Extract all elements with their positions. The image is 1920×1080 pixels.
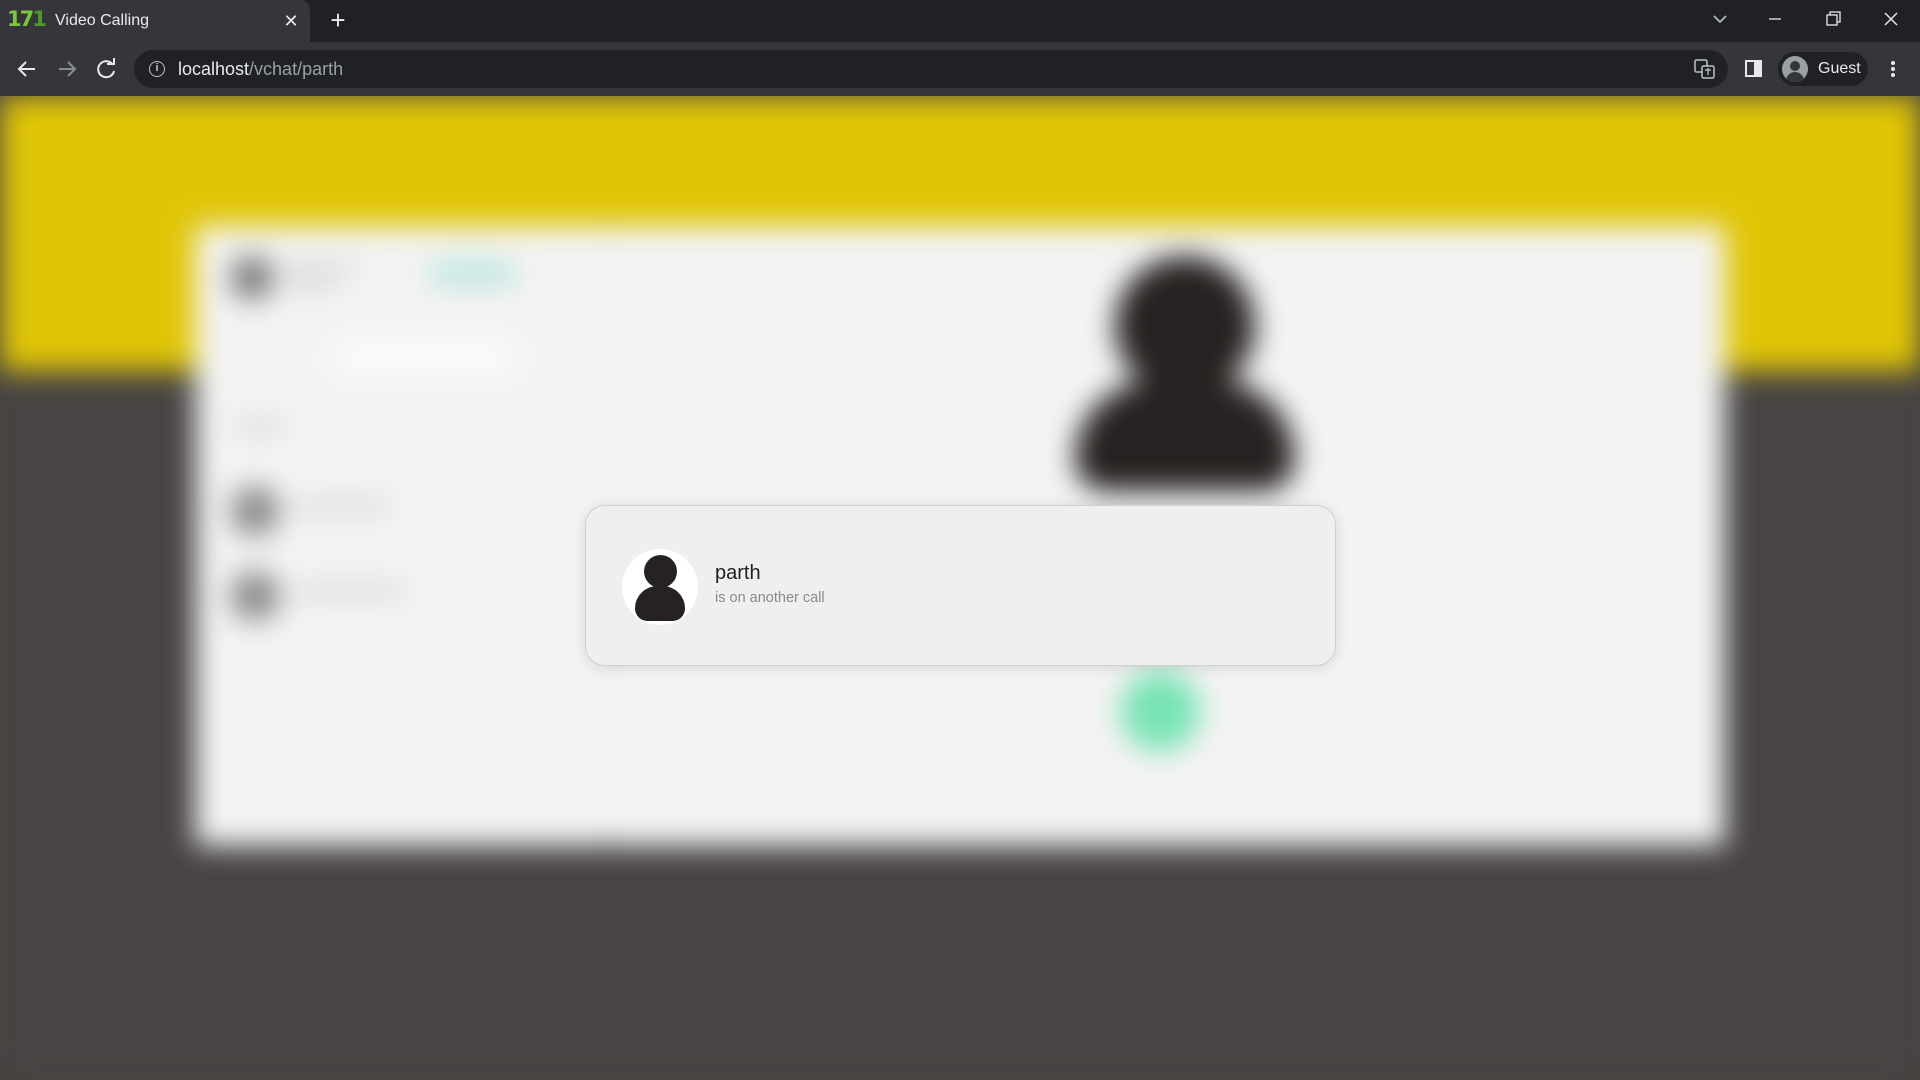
profile-button[interactable]: Guest (1778, 52, 1868, 86)
callee-name: parth (715, 562, 761, 584)
search-input (335, 341, 515, 373)
contact-name-placeholder (295, 501, 390, 511)
site-info-icon[interactable]: i (149, 61, 165, 77)
window-close-icon[interactable] (1876, 6, 1906, 32)
call-status-modal: parth is on another call (585, 505, 1336, 666)
address-url: localhost/vchat/parth (178, 59, 343, 80)
browser-toolbar: i localhost/vchat/parth Guest (0, 42, 1920, 96)
tab-close-icon[interactable]: ✕ (280, 10, 302, 32)
contact-avatar (230, 486, 280, 536)
call-status-text: is on another call (715, 590, 825, 606)
minimize-icon[interactable] (1760, 6, 1790, 32)
browser-tab-bar: 171 Video Calling ✕ + (0, 0, 1920, 42)
tab-title: Video Calling (55, 12, 149, 29)
reload-icon[interactable] (93, 55, 121, 83)
section-heading-placeholder (235, 421, 285, 431)
page-viewport: parth is on another call (0, 96, 1920, 1080)
kebab-menu-icon[interactable] (1883, 57, 1903, 81)
favicon-text: 17 (7, 7, 34, 31)
contact-avatar (230, 571, 280, 621)
url-host: localhost (178, 59, 250, 79)
new-tab-button[interactable]: + (325, 7, 351, 34)
own-avatar (230, 256, 274, 300)
back-arrow-icon[interactable] (13, 55, 41, 83)
address-bar[interactable]: i localhost/vchat/parth (134, 50, 1728, 88)
profile-label: Guest (1818, 60, 1861, 77)
tab-video-calling[interactable]: 171 Video Calling ✕ (0, 0, 310, 42)
own-status-placeholder (285, 282, 335, 290)
site-favicon-icon: 171 (7, 7, 47, 31)
caller-large-avatar (1075, 256, 1295, 506)
call-button (1120, 671, 1200, 751)
translate-icon[interactable] (1694, 59, 1716, 79)
own-name-placeholder (285, 264, 355, 274)
forward-arrow-icon[interactable] (53, 55, 81, 83)
new-chat-button (430, 261, 515, 287)
favicon-text-b: 1 (32, 7, 47, 31)
contact-name-placeholder (295, 586, 405, 596)
user-avatar-icon (622, 549, 698, 625)
side-panel-icon[interactable] (1744, 57, 1764, 81)
url-path: /vchat/parth (249, 59, 344, 79)
restore-icon[interactable] (1818, 6, 1848, 32)
guest-avatar-icon (1782, 56, 1808, 82)
tab-search-chevron-icon[interactable] (1705, 6, 1735, 32)
